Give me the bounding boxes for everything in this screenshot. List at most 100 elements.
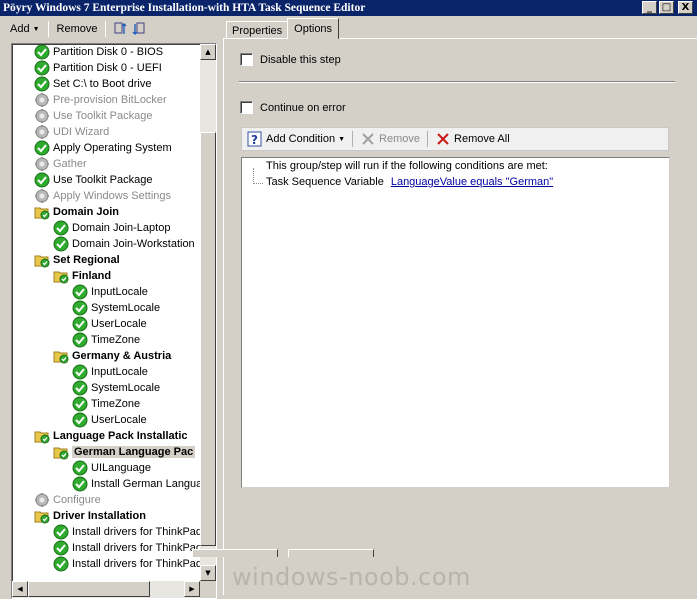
tree-step[interactable]: UserLocale [12, 412, 200, 428]
tree-step[interactable]: Use Toolkit Package [12, 108, 200, 124]
tree-step[interactable]: Use Toolkit Package [12, 172, 200, 188]
disable-step-checkbox[interactable] [240, 53, 253, 66]
title-bar[interactable]: Pöyry Windows 7 Enterprise Installation-… [0, 0, 697, 16]
toolbar-divider [47, 21, 49, 37]
check-icon [72, 476, 88, 492]
tree-step[interactable]: InputLocale [12, 364, 200, 380]
check-icon [53, 540, 69, 556]
tree-step[interactable]: UDI Wizard [12, 124, 200, 140]
tree-item-label: Configure [53, 494, 101, 506]
window-title: Pöyry Windows 7 Enterprise Installation-… [3, 2, 366, 14]
cancel-button[interactable] [288, 549, 374, 557]
chevron-down-icon: ▼ [338, 135, 346, 143]
tree-step[interactable]: Pre-provision BitLocker [12, 92, 200, 108]
move-up-icon[interactable] [114, 22, 128, 36]
tree-group[interactable]: Germany & Austria [12, 348, 200, 364]
conditions-list[interactable]: This group/step will run if the followin… [241, 157, 670, 488]
tree-step[interactable]: Domain Join-Workstation [12, 236, 200, 252]
check-icon [34, 44, 50, 60]
tree-step[interactable]: Install drivers for ThinkPad [12, 556, 200, 572]
tree-step[interactable]: SystemLocale [12, 380, 200, 396]
tree-group[interactable]: Set Regional [12, 252, 200, 268]
tree-item-label: TimeZone [91, 398, 141, 410]
tree-item-label: Set C:\ to Boot drive [53, 78, 152, 90]
tree-connector [253, 168, 254, 184]
add-condition-button[interactable]: ? Add Condition ▼ [244, 129, 348, 149]
ok-button[interactable] [192, 549, 278, 557]
disable-step-label: Disable this step [260, 53, 341, 66]
tree-step[interactable]: Domain Join-Laptop [12, 220, 200, 236]
help-condition-icon: ? [247, 131, 263, 147]
check-icon [34, 172, 50, 188]
remove-condition-label: Remove [379, 133, 421, 145]
maximize-button[interactable]: □ [659, 1, 674, 14]
tree-step[interactable]: Configure [12, 492, 200, 508]
tree-step[interactable]: UILanguage [12, 460, 200, 476]
tree-item-label: Install drivers for ThinkPad [72, 558, 200, 570]
scroll-down-button[interactable]: ▼ [200, 565, 216, 581]
add-button[interactable]: Add ▼ [6, 20, 44, 38]
remove-button[interactable]: Remove [53, 20, 102, 38]
tree-step[interactable]: Install drivers for ThinkPad [12, 540, 200, 556]
folder-check-icon [53, 268, 69, 284]
condition-value-link[interactable]: LanguageValue equals "German" [391, 176, 553, 188]
tree-item-label: SystemLocale [91, 382, 161, 394]
tree-step[interactable]: InputLocale [12, 284, 200, 300]
tree-item-label: Set Regional [53, 254, 120, 266]
tree-group[interactable]: German Language Pac [12, 444, 200, 460]
options-panel: Disable this step Continue on error ? Ad… [223, 38, 697, 595]
tree-item-label: Language Pack Installatic [53, 430, 188, 442]
tree-step[interactable]: Gather [12, 156, 200, 172]
tab-options[interactable]: Options [287, 18, 340, 39]
task-sequence-tree[interactable]: Partition Disk 0 - BIOS Partition Disk 0 … [11, 43, 217, 599]
tree-step[interactable]: TimeZone [12, 332, 200, 348]
continue-on-error-checkbox[interactable] [240, 101, 253, 114]
disabled-gear-icon [34, 92, 50, 108]
remove-label: Remove [56, 23, 98, 35]
tree-group[interactable]: Language Pack Installatic [12, 428, 200, 444]
tree-group[interactable]: Driver Installation [12, 508, 200, 524]
move-down-icon[interactable] [132, 22, 146, 36]
remove-all-button[interactable]: Remove All [432, 129, 513, 149]
tree-step[interactable]: Set C:\ to Boot drive [12, 76, 200, 92]
tree-step[interactable]: Partition Disk 0 - UEFI [12, 60, 200, 76]
tree-connector [253, 183, 263, 184]
tree-item-label: SystemLocale [91, 302, 161, 314]
close-button[interactable]: X [678, 1, 693, 14]
vertical-scrollbar[interactable]: ▲ ▼ [200, 44, 216, 581]
chevron-down-icon: ▼ [32, 25, 40, 33]
tree-group[interactable]: Domain Join [12, 204, 200, 220]
tree-step[interactable]: SystemLocale [12, 300, 200, 316]
tree-step[interactable]: Partition Disk 0 - BIOS [12, 44, 200, 60]
continue-on-error-option[interactable]: Continue on error [240, 101, 346, 114]
tree-step[interactable]: TimeZone [12, 396, 200, 412]
minimize-button[interactable]: _ [642, 1, 657, 14]
tree-group[interactable]: Finland [12, 268, 200, 284]
scroll-up-button[interactable]: ▲ [200, 44, 216, 60]
disabled-gear-icon [34, 108, 50, 124]
horizontal-scrollbar[interactable]: ◀ ▶ [12, 581, 200, 598]
remove-condition-button[interactable]: Remove [357, 129, 423, 149]
tree-item-label: Domain Join-Workstation [72, 238, 195, 250]
vertical-scroll-thumb[interactable] [200, 132, 216, 546]
disabled-gear-icon [34, 124, 50, 140]
tab-properties[interactable]: Properties [226, 21, 289, 39]
add-label: Add [10, 23, 30, 35]
tree-item-label: UserLocale [91, 318, 147, 330]
tree-item-label: Install drivers for ThinkPad [72, 526, 200, 538]
tree-item-label: TimeZone [91, 334, 141, 346]
check-icon [53, 236, 69, 252]
tree-step[interactable]: Install drivers for ThinkPad [12, 524, 200, 540]
tree-step[interactable]: UserLocale [12, 316, 200, 332]
tree-step[interactable]: Apply Windows Settings [12, 188, 200, 204]
tree-step[interactable]: Apply Operating System [12, 140, 200, 156]
condition-toolbar: ? Add Condition ▼ Remove Remove All [241, 127, 669, 151]
remove-x-icon [360, 131, 376, 147]
folder-check-icon [34, 204, 50, 220]
tree-step[interactable]: Install German Langua [12, 476, 200, 492]
tree-item-label: Partition Disk 0 - UEFI [53, 62, 162, 74]
toolbar-divider [352, 131, 354, 147]
disable-step-option[interactable]: Disable this step [240, 53, 341, 66]
tree-item-label: Finland [72, 270, 112, 282]
condition-item[interactable]: Task Sequence Variable LanguageValue equ… [266, 176, 553, 188]
